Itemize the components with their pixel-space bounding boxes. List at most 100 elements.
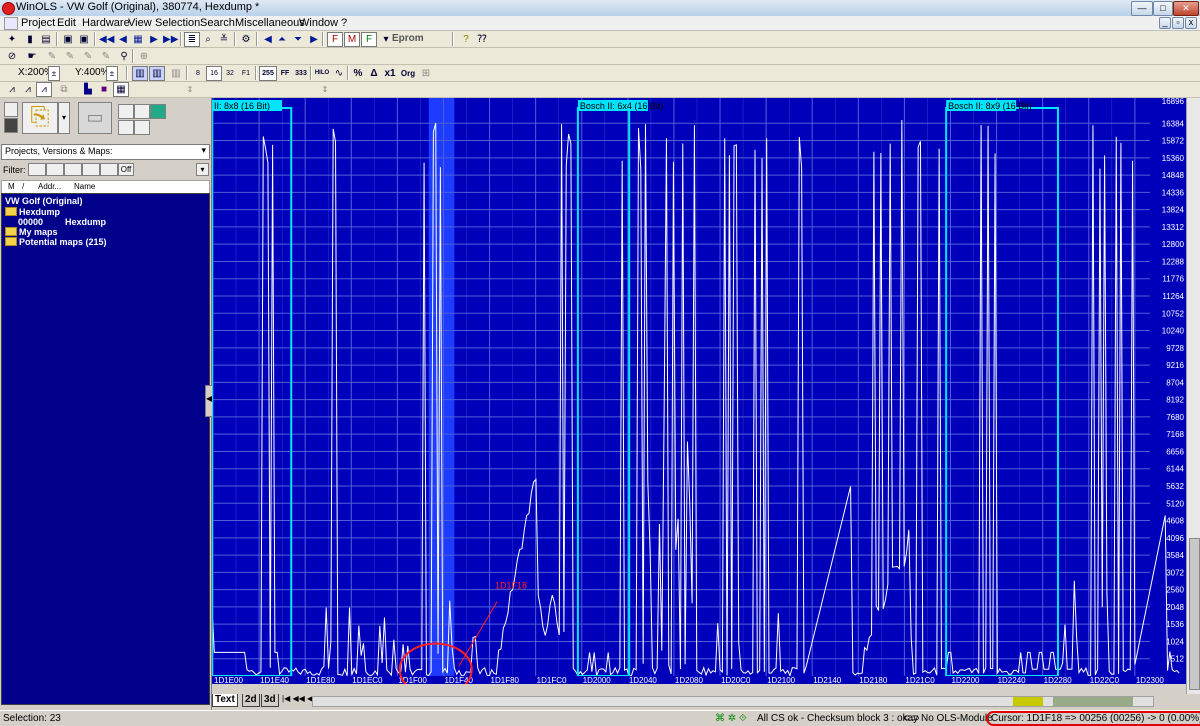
- tree-item-project[interactable]: VW Golf (Original): [5, 196, 83, 206]
- text-view-icon[interactable]: ≣: [184, 32, 200, 47]
- dec-button[interactable]: 255: [259, 66, 277, 81]
- up-map-icon[interactable]: ⏶: [274, 32, 290, 47]
- tree-icon[interactable]: ⚲: [116, 49, 132, 64]
- horizontal-scrollbar[interactable]: [312, 696, 1154, 707]
- doc-close-button[interactable]: x: [1185, 17, 1197, 29]
- extra-icon[interactable]: ⊞: [418, 66, 434, 81]
- org-button[interactable]: Org: [399, 66, 417, 81]
- pen2-icon[interactable]: ✎: [62, 49, 78, 64]
- 8bit-icon[interactable]: 8: [190, 66, 206, 81]
- menu-view[interactable]: View: [128, 17, 152, 29]
- tree-item-hexdump[interactable]: Hexdump: [5, 207, 60, 217]
- color-icon[interactable]: ▙: [80, 82, 96, 97]
- find-icon[interactable]: ⌕: [200, 32, 216, 47]
- pen-icon[interactable]: ✎: [44, 49, 60, 64]
- menu-miscellaneous[interactable]: Miscellaneous: [235, 17, 305, 29]
- menu-project[interactable]: Project: [21, 17, 55, 29]
- hexdump-chart[interactable]: II: 8x8 (16 Bit) Bosch II: 6x4 (16 Bit) Bo…: [211, 97, 1186, 697]
- spin1-icon[interactable]: ⇕: [182, 82, 198, 97]
- help-icon[interactable]: ?: [458, 32, 474, 47]
- hilo-button[interactable]: HILO: [313, 66, 331, 81]
- x-zoom-spin[interactable]: ±: [48, 66, 60, 81]
- filter-1-button[interactable]: [28, 163, 46, 176]
- tree-item-potential-maps[interactable]: Potential maps (215): [5, 237, 107, 247]
- next-map-icon[interactable]: ▶: [306, 32, 322, 47]
- copy-icon[interactable]: ⧉: [56, 82, 72, 97]
- new-icon[interactable]: [4, 102, 18, 117]
- pen3-icon[interactable]: ✎: [80, 49, 96, 64]
- vertical-scrollbar[interactable]: [1186, 98, 1200, 694]
- columns2-icon[interactable]: ▥: [149, 66, 165, 81]
- tab-2d[interactable]: 2d: [242, 694, 260, 707]
- next-icon[interactable]: ▶: [146, 32, 162, 47]
- window2-icon[interactable]: ▣: [76, 32, 92, 47]
- oct-button[interactable]: 333: [293, 66, 309, 81]
- chart2-icon[interactable]: ⩘: [20, 82, 36, 97]
- color2-icon[interactable]: ■: [96, 82, 112, 97]
- menu-window[interactable]: Window: [299, 17, 338, 29]
- x1-button[interactable]: x1: [382, 66, 398, 81]
- filter-dropdown-icon[interactable]: ▾: [196, 163, 209, 176]
- percent-button[interactable]: %: [350, 66, 366, 81]
- columns-icon[interactable]: ▥: [132, 66, 148, 81]
- float-icon[interactable]: F1: [238, 66, 254, 81]
- delta-button[interactable]: Δ: [366, 66, 382, 81]
- folder-open-button[interactable]: ⎘: [22, 102, 58, 134]
- filter-2-button[interactable]: [46, 163, 64, 176]
- filter-5-button[interactable]: [100, 163, 118, 176]
- tool-icon[interactable]: ⚙: [238, 32, 254, 47]
- filter-3-button[interactable]: [64, 163, 82, 176]
- minimize-button[interactable]: —: [1131, 1, 1153, 16]
- down-map-icon[interactable]: ⏷: [290, 32, 306, 47]
- import-button[interactable]: ▭: [78, 102, 112, 134]
- first-icon[interactable]: ◀◀: [98, 32, 114, 47]
- wave-icon[interactable]: ∿: [331, 66, 347, 81]
- menu-selection[interactable]: Selection: [155, 17, 200, 29]
- f-icon[interactable]: F: [327, 32, 343, 47]
- grid-icon[interactable]: ▦: [130, 32, 146, 47]
- open-icon[interactable]: ▮: [22, 32, 38, 47]
- menu-hardware[interactable]: Hardware: [82, 17, 130, 29]
- 32bit-icon[interactable]: 32: [222, 66, 238, 81]
- last-icon[interactable]: ▶▶: [162, 32, 178, 47]
- columns3-icon[interactable]: ▥: [168, 66, 184, 81]
- maximize-button[interactable]: □: [1153, 1, 1173, 16]
- chart3-icon[interactable]: ⩘: [36, 82, 52, 97]
- context-help-icon[interactable]: ⁇: [474, 32, 490, 47]
- tab-text[interactable]: Text: [212, 694, 238, 707]
- export-icon[interactable]: [118, 104, 134, 119]
- hand-icon[interactable]: ☛: [24, 49, 40, 64]
- view-select[interactable]: Projects, Versions & Maps: ▾: [1, 144, 210, 160]
- pen4-icon[interactable]: ✎: [98, 49, 114, 64]
- hex-button[interactable]: FF: [277, 66, 293, 81]
- doc-restore-button[interactable]: ▫: [1172, 17, 1184, 29]
- export4-icon[interactable]: [134, 120, 150, 135]
- window-icon[interactable]: ▣: [60, 32, 76, 47]
- open-dropdown-button[interactable]: ▾: [58, 102, 70, 134]
- menu-edit[interactable]: Edit: [57, 17, 76, 29]
- save-icon[interactable]: [4, 118, 18, 133]
- tab-nav[interactable]: |◀ ◀◀ ◀: [282, 694, 313, 703]
- 16bit-icon[interactable]: 16: [206, 66, 222, 81]
- wizard-icon[interactable]: ✦: [4, 32, 20, 47]
- compare-icon[interactable]: ≚: [216, 32, 232, 47]
- zoom-icon[interactable]: ⊕: [136, 49, 152, 64]
- menu-search[interactable]: Search: [200, 17, 235, 29]
- m-icon[interactable]: M: [344, 32, 360, 47]
- hex-icon[interactable]: ▦: [113, 82, 129, 97]
- print-icon[interactable]: ▤: [38, 32, 54, 47]
- doc-minimize-button[interactable]: _: [1159, 17, 1171, 29]
- col-sort[interactable]: /: [22, 182, 24, 191]
- export2-icon[interactable]: [134, 104, 150, 119]
- tree-item-hexdump-map[interactable]: 00000 Hexdump: [18, 217, 106, 227]
- export3-icon[interactable]: [118, 120, 134, 135]
- chart-icon[interactable]: ⩘: [4, 82, 20, 97]
- spin2-icon[interactable]: ⇕: [317, 82, 333, 97]
- col-addr[interactable]: Addr...: [38, 182, 61, 191]
- globe-icon[interactable]: [150, 104, 166, 119]
- scroll-thumb[interactable]: [1189, 538, 1200, 690]
- col-m[interactable]: M: [8, 182, 15, 191]
- filter-off-button[interactable]: Off: [118, 163, 134, 176]
- filter-4-button[interactable]: [82, 163, 100, 176]
- tree-item-my-maps[interactable]: My maps: [5, 227, 58, 237]
